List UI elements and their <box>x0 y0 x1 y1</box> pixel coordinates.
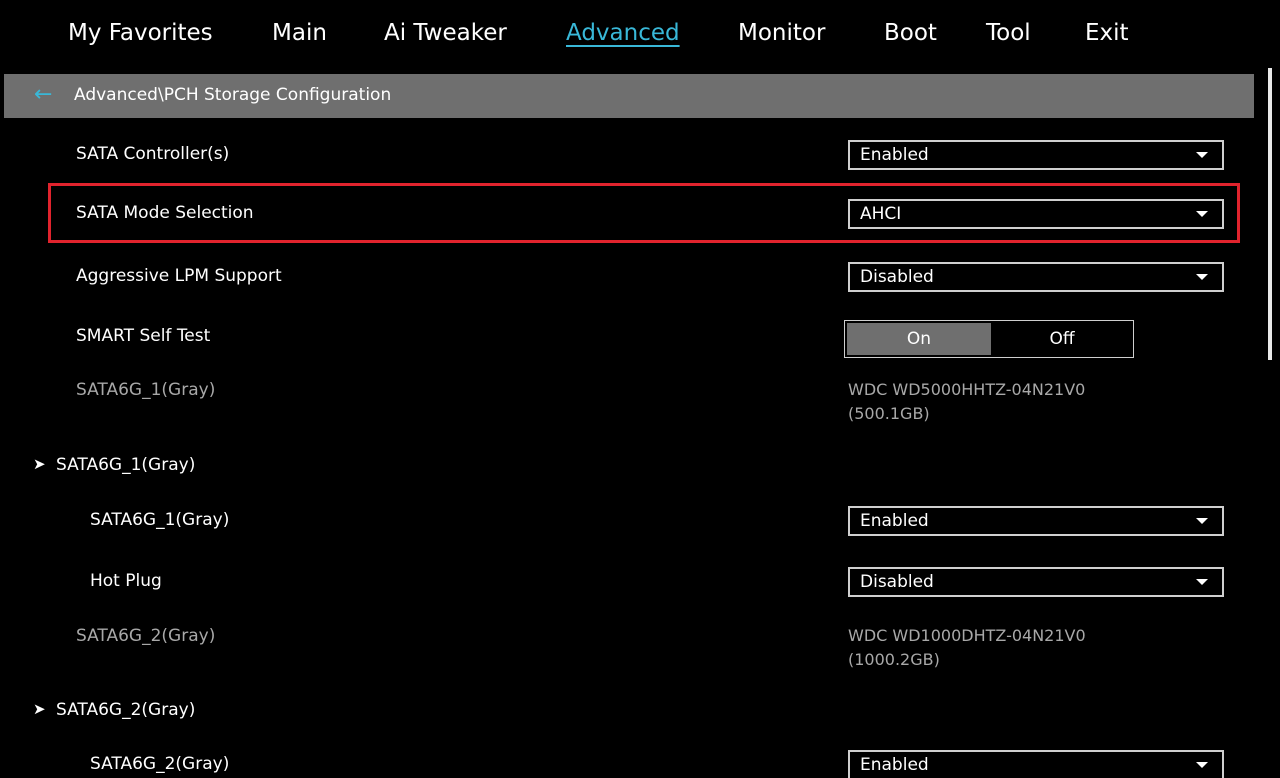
setting-row-aggressive-lpm: Aggressive LPM Support Disabled <box>0 252 1260 302</box>
setting-row-sata6g-2-port: SATA6G_2(Gray) Enabled <box>0 740 1260 778</box>
dropdown-value: Disabled <box>860 572 934 592</box>
chevron-right-icon: ➤ <box>33 700 46 718</box>
drive-model: WDC WD1000DHTZ-04N21V0 <box>848 626 1086 645</box>
caret-down-icon <box>1196 152 1208 158</box>
setting-row-hot-plug: Hot Plug Disabled <box>0 557 1260 607</box>
drive-info: WDC WD5000HHTZ-04N21V0 (500.1GB) <box>848 378 1085 426</box>
menu-tool[interactable]: Tool <box>986 20 1031 46</box>
menu-advanced[interactable]: Advanced <box>566 20 680 46</box>
dropdown-value: Enabled <box>860 511 929 531</box>
aggressive-lpm-dropdown[interactable]: Disabled <box>848 262 1224 292</box>
setting-row-sata6g-1-port: SATA6G_1(Gray) Enabled <box>0 496 1260 546</box>
setting-row-sata6g-1-info: SATA6G_1(Gray) WDC WD5000HHTZ-04N21V0 (5… <box>0 366 1260 436</box>
scrollbar[interactable] <box>1268 68 1272 360</box>
top-menu-bar: My Favorites Main Ai Tweaker Advanced Mo… <box>0 0 1280 74</box>
sata-controllers-dropdown[interactable]: Enabled <box>848 140 1224 170</box>
setting-label: Hot Plug <box>90 571 162 591</box>
setting-row-sata6g-2-info: SATA6G_2(Gray) WDC WD1000DHTZ-04N21V0 (1… <box>0 612 1260 682</box>
setting-label: Aggressive LPM Support <box>76 266 282 286</box>
smart-self-test-toggle: On Off <box>844 320 1134 358</box>
toggle-off-option[interactable]: Off <box>993 323 1131 355</box>
drive-capacity: (500.1GB) <box>848 404 930 423</box>
breadcrumb: ← Advanced\PCH Storage Configuration <box>4 74 1254 118</box>
sata6g-2-port-dropdown[interactable]: Enabled <box>848 750 1224 778</box>
setting-label: SATA Controller(s) <box>76 144 230 164</box>
setting-group-sata6g-2[interactable]: ➤ SATA6G_2(Gray) <box>0 686 1260 736</box>
menu-ai-tweaker[interactable]: Ai Tweaker <box>384 20 507 46</box>
dropdown-value: Disabled <box>860 267 934 287</box>
chevron-right-icon: ➤ <box>33 455 46 473</box>
caret-down-icon <box>1196 579 1208 585</box>
hot-plug-dropdown[interactable]: Disabled <box>848 567 1224 597</box>
setting-row-sata-controllers: SATA Controller(s) Enabled <box>0 130 1260 180</box>
dropdown-value: Enabled <box>860 755 929 775</box>
caret-down-icon <box>1196 274 1208 280</box>
drive-model: WDC WD5000HHTZ-04N21V0 <box>848 380 1086 399</box>
setting-label: SATA6G_1(Gray) <box>90 510 230 530</box>
setting-group-sata6g-1[interactable]: ➤ SATA6G_1(Gray) <box>0 441 1260 491</box>
caret-down-icon <box>1196 762 1208 768</box>
drive-info: WDC WD1000DHTZ-04N21V0 (1000.2GB) <box>848 624 1086 672</box>
sata6g-1-port-dropdown[interactable]: Enabled <box>848 506 1224 536</box>
menu-exit[interactable]: Exit <box>1085 20 1129 46</box>
dropdown-value: Enabled <box>860 145 929 165</box>
setting-label: SATA6G_2(Gray) <box>76 626 216 646</box>
setting-row-smart-self-test: SMART Self Test On Off <box>0 312 1260 362</box>
caret-down-icon <box>1196 518 1208 524</box>
menu-monitor[interactable]: Monitor <box>738 20 825 46</box>
menu-boot[interactable]: Boot <box>884 20 937 46</box>
drive-capacity: (1000.2GB) <box>848 650 940 669</box>
setting-label: SATA6G_2(Gray) <box>90 754 230 774</box>
menu-my-favorites[interactable]: My Favorites <box>68 20 213 46</box>
menu-main[interactable]: Main <box>272 20 327 46</box>
breadcrumb-path: Advanced\PCH Storage Configuration <box>74 85 392 105</box>
group-label: SATA6G_1(Gray) <box>56 455 196 475</box>
setting-label: SMART Self Test <box>76 326 211 346</box>
group-label: SATA6G_2(Gray) <box>56 700 196 720</box>
arrow-left-icon[interactable]: ← <box>34 82 52 107</box>
toggle-on-option[interactable]: On <box>847 323 991 355</box>
setting-label: SATA6G_1(Gray) <box>76 380 216 400</box>
selection-highlight <box>48 183 1240 243</box>
